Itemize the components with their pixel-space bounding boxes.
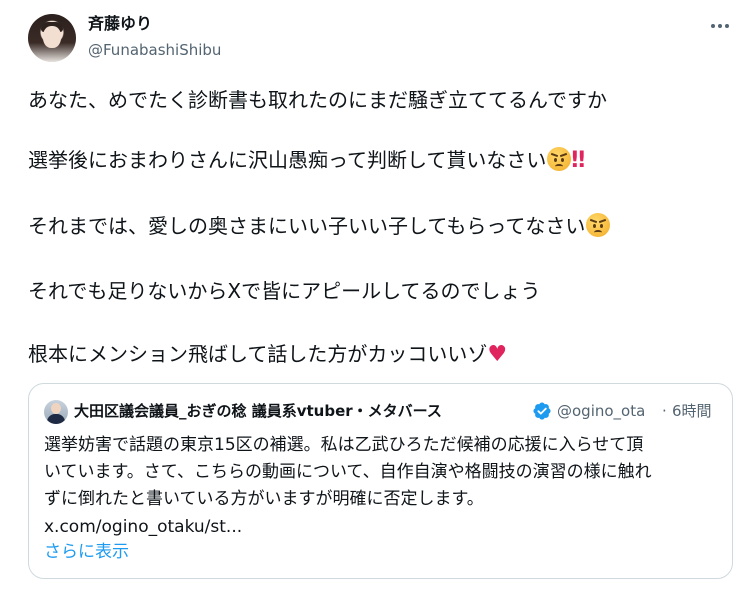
tweet-text-line-3: それまでは、愛しの奥さまにいい子いい子してもらってなさい [28, 212, 728, 240]
quoted-author-name[interactable]: 大田区議会議員_おぎの稔 議員系vtuber・メタバース [74, 401, 530, 421]
tweet-text: 選挙後におまわりさんに沢山愚痴って判断して貰いなさい [28, 148, 547, 172]
tweet-text: それまでは、愛しの奥さまにいい子いい子してもらってなさい [28, 214, 586, 238]
more-dot [725, 24, 729, 28]
tweet-text: あなた、めでたく診断書も取れたのにまだ騒ぎ立ててるんですか [28, 88, 607, 112]
more-dot [718, 24, 722, 28]
separator-dot: · [662, 402, 667, 420]
quoted-text-line-3: ずに倒れたと書いている方がいますが明確に否定します。 [44, 489, 484, 509]
author-handle[interactable]: @FunabashiShibu [88, 40, 221, 60]
tweet-text: 根本にメンション飛ばして話した方がカッコいいゾ [28, 342, 488, 366]
tweet-text-line-5: 根本にメンション飛ばして話した方がカッコいいゾ♥ [28, 340, 728, 369]
double-exclamation-emoji: ‼ [571, 148, 585, 173]
author-avatar[interactable] [28, 14, 76, 62]
author-display-name[interactable]: 斉藤ゆり [88, 14, 152, 34]
quoted-link[interactable]: x.com/ogino_otaku/st... [44, 514, 242, 540]
quoted-timestamp[interactable]: 6時間 [672, 401, 712, 421]
show-more-link[interactable]: さらに表示 [44, 539, 129, 565]
tweet-text-line-4: それでも足りないからXで皆にアピールしてるのでしょう [28, 277, 728, 305]
quoted-author-avatar[interactable] [44, 400, 68, 424]
quoted-tweet-card[interactable]: 大田区議会議員_おぎの稔 議員系vtuber・メタバース @ogino_ota … [28, 383, 733, 579]
angry-face-emoji [547, 147, 572, 171]
quoted-text-line-2: いています。さて、こちらの動画について、自作自演や格闘技の演習の様に触れ [44, 462, 652, 482]
more-options-button[interactable] [704, 12, 736, 40]
heart-emoji: ♥ [487, 342, 508, 367]
tweet-text-line-1: あなた、めでたく診断書も取れたのにまだ騒ぎ立ててるんですか [28, 86, 728, 114]
tweet: 斉藤ゆり @FunabashiShibu あなた、めでたく診断書も取れたのにまだ… [0, 0, 742, 592]
quoted-author-handle[interactable]: @ogino_ota [557, 401, 661, 421]
tweet-text: それでも足りないからXで皆にアピールしてるのでしょう [28, 279, 541, 303]
angry-face-emoji [586, 213, 611, 237]
quoted-text-line-1: 選挙妨害で話題の東京15区の補選。私は乙武ひろただ候補の応援に入らせて頂 [44, 435, 644, 455]
tweet-text-line-2: 選挙後におまわりさんに沢山愚痴って判断して貰いなさい ‼ [28, 146, 728, 175]
more-horizontal-icon [711, 24, 715, 28]
verified-badge-icon [533, 402, 551, 420]
